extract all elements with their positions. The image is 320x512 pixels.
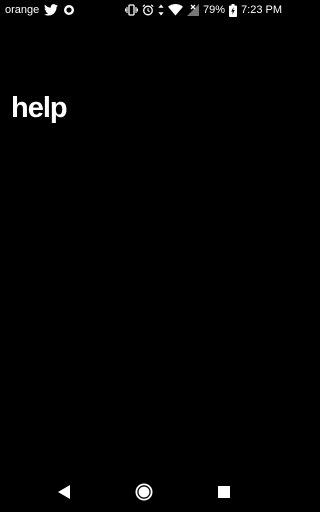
carrier-name: orange — [5, 4, 40, 16]
battery-charging-icon — [229, 3, 238, 17]
recents-icon — [218, 486, 230, 498]
navigation-bar — [0, 470, 288, 512]
data-arrows-icon — [158, 4, 164, 16]
battery-percent: 79% — [203, 4, 226, 16]
home-button[interactable] — [132, 480, 156, 504]
alarm-icon — [142, 4, 154, 16]
status-right: 79% 7:23 PM — [125, 0, 282, 20]
circle-notification-icon — [63, 4, 75, 16]
signal-no-sim-icon — [187, 4, 199, 16]
recents-button[interactable] — [212, 480, 236, 504]
home-icon — [135, 483, 153, 501]
clock: 7:23 PM — [241, 4, 282, 16]
page-title: help — [11, 92, 68, 124]
status-bar: orange 79% 7:23 PM — [0, 0, 288, 20]
wifi-icon — [168, 4, 183, 16]
back-icon — [57, 484, 71, 500]
twitter-icon — [44, 4, 59, 16]
vibrate-icon — [125, 4, 138, 16]
status-left: orange — [5, 0, 75, 20]
back-button[interactable] — [52, 480, 76, 504]
